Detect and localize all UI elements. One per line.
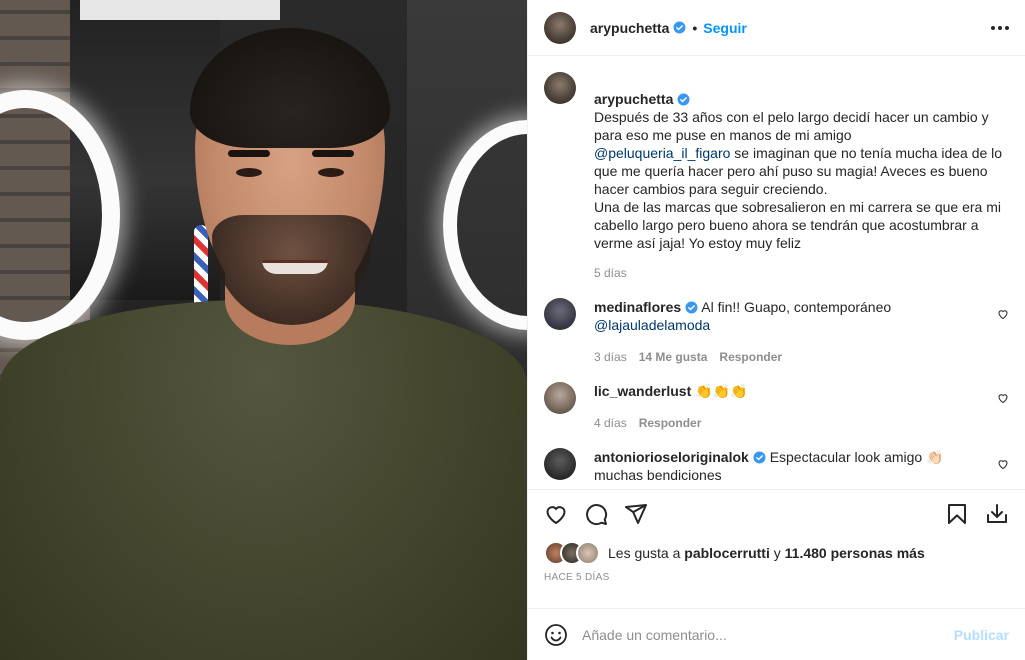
likes-prefix: Les gusta a: [608, 545, 681, 561]
likes-others-link[interactable]: 11.480 personas más: [785, 545, 925, 561]
shirt: [0, 300, 527, 660]
likes-summary: Les gusta a pablocerrutti y 11.480 perso…: [528, 538, 1025, 568]
smile: [262, 260, 328, 274]
post-age[interactable]: HACE 5 DÍAS: [528, 568, 1025, 608]
commenter-avatar[interactable]: [544, 448, 576, 480]
likes-joiner: y: [773, 545, 781, 561]
reply-button[interactable]: Responder: [719, 348, 782, 366]
comment-input[interactable]: [582, 626, 954, 643]
reply-button[interactable]: Responder: [639, 414, 702, 432]
commenter-avatar[interactable]: [544, 382, 576, 414]
like-heart-icon[interactable]: [544, 502, 568, 526]
comment-username[interactable]: medinaflores: [594, 299, 681, 315]
comment-text: Espectacular look amigo 👏🏻: [769, 449, 944, 465]
instagram-post-modal: arypuchetta • Seguir arypuchetta Después…: [0, 0, 1025, 660]
comment-bubble-icon[interactable]: [584, 502, 608, 526]
post-header: arypuchetta • Seguir: [528, 0, 1025, 56]
caption-time[interactable]: 5 días: [594, 264, 627, 282]
comment-mention-link[interactable]: @lajauladelamoda: [594, 317, 710, 333]
author-avatar[interactable]: [544, 72, 576, 104]
liker-avatar: [576, 541, 600, 565]
eye-right: [318, 168, 344, 177]
follow-button[interactable]: Seguir: [703, 20, 747, 36]
liker-username[interactable]: pablocerrutti: [684, 545, 770, 561]
comment-text: Al fin!! Guapo, contemporáneo: [701, 299, 892, 315]
like-comment-heart-icon[interactable]: [997, 458, 1009, 470]
comment-username[interactable]: lic_wanderlust: [594, 383, 691, 399]
comment-text-continued: muchas bendiciones: [594, 467, 722, 483]
verified-badge-icon: [677, 93, 690, 106]
post-side-panel: arypuchetta • Seguir arypuchetta Después…: [527, 0, 1025, 660]
like-comment-heart-icon[interactable]: [997, 308, 1009, 320]
add-comment-bar: Publicar: [528, 608, 1025, 660]
comment-item: lic_wanderlust 👏👏👏 4 días Responder: [544, 382, 1009, 432]
verified-badge-icon: [753, 451, 766, 464]
download-icon[interactable]: [985, 502, 1009, 526]
top-box: [80, 0, 280, 20]
caption: arypuchetta Después de 33 años con el pe…: [544, 72, 1009, 282]
save-bookmark-icon[interactable]: [945, 502, 969, 526]
eyebrow-left: [228, 150, 270, 157]
hair: [190, 28, 390, 148]
author-avatar[interactable]: [544, 11, 576, 44]
liker-avatars[interactable]: [544, 541, 600, 565]
emoji-smiley-icon[interactable]: [544, 623, 568, 647]
separator-dot: •: [692, 19, 698, 36]
caption-username[interactable]: arypuchetta: [594, 91, 673, 107]
comment-likes-count[interactable]: 14 Me gusta: [639, 348, 708, 366]
publish-button[interactable]: Publicar: [954, 627, 1009, 643]
comment-item: medinaflores Al fin!! Guapo, contemporán…: [544, 298, 1009, 366]
action-bar: [528, 490, 1025, 538]
eyebrow-right: [312, 150, 354, 157]
more-options-icon[interactable]: [991, 25, 1009, 30]
comment-text: 👏👏👏: [695, 383, 748, 399]
comments-list[interactable]: arypuchetta Después de 33 años con el pe…: [528, 56, 1025, 490]
share-paper-plane-icon[interactable]: [624, 502, 648, 526]
verified-badge-icon: [685, 301, 698, 314]
comment-time[interactable]: 3 días: [594, 348, 627, 366]
verified-badge-icon: [673, 21, 686, 34]
author-username[interactable]: arypuchetta: [590, 20, 669, 36]
comment-time[interactable]: 4 días: [594, 414, 627, 432]
like-comment-heart-icon[interactable]: [997, 392, 1009, 404]
post-photo[interactable]: [0, 0, 527, 660]
caption-text: Después de 33 años con el pelo largo dec…: [594, 109, 989, 143]
comment-username[interactable]: antoniorioseloriginalok: [594, 449, 749, 465]
caption-mention-link[interactable]: @peluqueria_il_figaro: [594, 145, 730, 161]
eye-left: [236, 168, 262, 177]
commenter-avatar[interactable]: [544, 298, 576, 330]
comment-item: antoniorioseloriginalok Espectacular loo…: [544, 448, 1009, 484]
